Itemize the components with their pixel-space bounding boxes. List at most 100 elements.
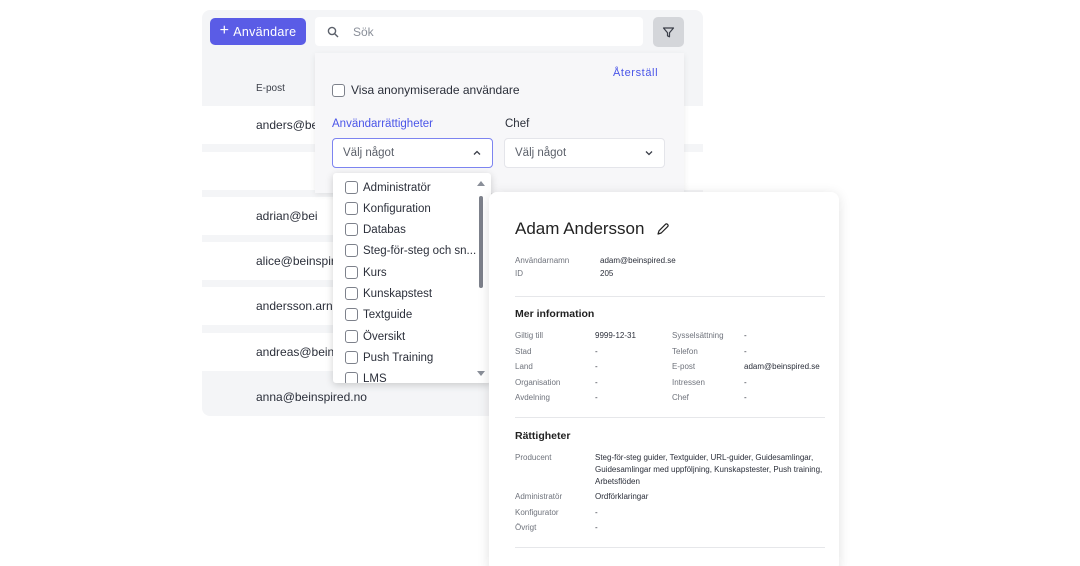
rights-value: - [595,508,598,517]
option-label: LMS [363,372,387,384]
option-label: Konfiguration [363,202,431,215]
chef-label: Chef [505,118,530,130]
divider [515,296,825,297]
field-label: Land [515,362,533,371]
rights-value: Arbetsflöden [595,477,640,486]
field-label: Stad [515,347,532,356]
checkbox-icon [345,223,358,236]
profile-name-row: Adam Andersson [515,219,670,239]
chef-value: Välj något [515,147,567,159]
field-value: - [744,378,747,387]
option-label: Databas [363,223,406,236]
option-label: Push Training [363,351,434,364]
option-item[interactable]: Textguide [345,308,412,321]
checkbox-icon [332,83,345,97]
user-rights-options-list[interactable]: Administratör Konfiguration Databas Steg… [333,173,491,383]
checkbox-icon [345,266,358,279]
chevron-down-icon [645,151,653,156]
screen: + Användare Sök E-post anders@bei adrian… [0,0,1080,566]
option-item[interactable]: Översikt [345,330,405,343]
option-label: Kunskapstest [363,287,433,300]
checkbox-icon [345,181,358,194]
checkbox-icon [345,244,358,257]
divider [515,417,825,418]
option-item[interactable]: Push Training [345,351,433,364]
field-label: Avdelning [515,393,550,402]
rights-value: Ordförklaringar [595,492,649,501]
checkbox-icon [345,202,358,215]
id-label: ID [515,269,523,278]
divider [515,547,825,548]
search-icon [327,26,339,37]
search-input[interactable]: Sök [315,17,643,46]
more-info-title: Mer information [515,308,595,320]
option-item[interactable]: Administratör [345,181,431,194]
rights-label: Övrigt [515,523,537,532]
field-label: Telefon [672,347,698,356]
option-item[interactable]: Kurs [345,266,387,279]
rights-label: Producent [515,453,552,462]
anonymized-users-checkbox[interactable]: Visa anonymiserade användare [332,83,520,97]
email-cell: adrian@bei [256,209,318,223]
rights-title: Rättigheter [515,430,571,442]
field-value: - [744,393,747,402]
user-profile-card: Adam Andersson Användarnamn adam@beinspi… [489,192,839,566]
field-label: E-post [672,362,696,371]
email-cell: anders@bei [256,118,321,132]
field-label: Giltig till [515,331,544,340]
add-user-button[interactable]: + Användare [210,18,306,45]
rights-value: Guidesamlingar med uppföljning, Kunskaps… [595,465,823,474]
option-item[interactable]: Steg-för-steg och sn... [345,244,476,257]
anonymized-users-label: Visa anonymiserade användare [351,83,520,97]
scroll-down-icon[interactable] [477,371,485,376]
email-cell: andreas@beins [256,345,341,359]
option-label: Textguide [363,308,413,321]
option-item[interactable]: Kunskapstest [345,287,432,300]
rights-label: Konfigurator [515,508,559,517]
email-cell: anna@beinspired.no [256,390,367,404]
field-value: - [595,378,598,387]
checkbox-icon [345,351,358,364]
user-rights-label: Användarrättigheter [332,118,434,130]
reset-link[interactable]: Återställ [613,67,658,79]
plus-icon: + [219,22,230,39]
checkbox-icon [345,372,358,383]
option-item[interactable]: LMS [345,372,387,383]
option-item[interactable]: Konfiguration [345,202,431,215]
field-value: adam@beinspired.se [744,362,820,371]
option-label: Steg-för-steg och sn... [363,244,477,257]
option-item[interactable]: Databas [345,223,406,236]
option-label: Kurs [363,266,387,279]
username-label: Användarnamn [515,256,570,265]
pencil-icon[interactable] [656,222,670,236]
field-value: - [595,347,598,356]
option-label: Översikt [363,330,406,343]
scrollbar-thumb[interactable] [479,196,483,288]
username-value: adam@beinspired.se [600,256,676,265]
filter-button[interactable] [653,17,684,47]
field-label: Sysselsättning [672,331,724,340]
email-column-header: E-post [256,83,285,94]
user-rights-value: Välj något [343,147,395,159]
scrollbar[interactable] [477,181,485,376]
rights-value: Steg-för-steg guider, Textguider, URL-gu… [595,453,814,462]
field-value: - [744,331,747,340]
filter-popover: Återställ Visa anonymiserade användare A… [315,53,684,193]
field-label: Intressen [672,378,705,387]
checkbox-icon [345,308,358,321]
field-value: - [744,347,747,356]
field-value: - [595,362,598,371]
field-label: Organisation [515,378,561,387]
checkbox-icon [345,287,358,300]
scroll-up-icon[interactable] [477,181,485,186]
field-value: 9999-12-31 [595,331,636,340]
filter-icon [662,26,675,37]
chef-select[interactable]: Välj något [504,138,665,168]
field-value: - [595,393,598,402]
user-rights-select[interactable]: Välj något [332,138,493,168]
email-cell: andersson.arna [256,299,340,313]
chevron-up-icon [473,150,481,155]
email-cell: alice@beinspire [256,254,342,268]
field-label: Chef [672,393,689,402]
rights-label: Administratör [515,492,563,501]
